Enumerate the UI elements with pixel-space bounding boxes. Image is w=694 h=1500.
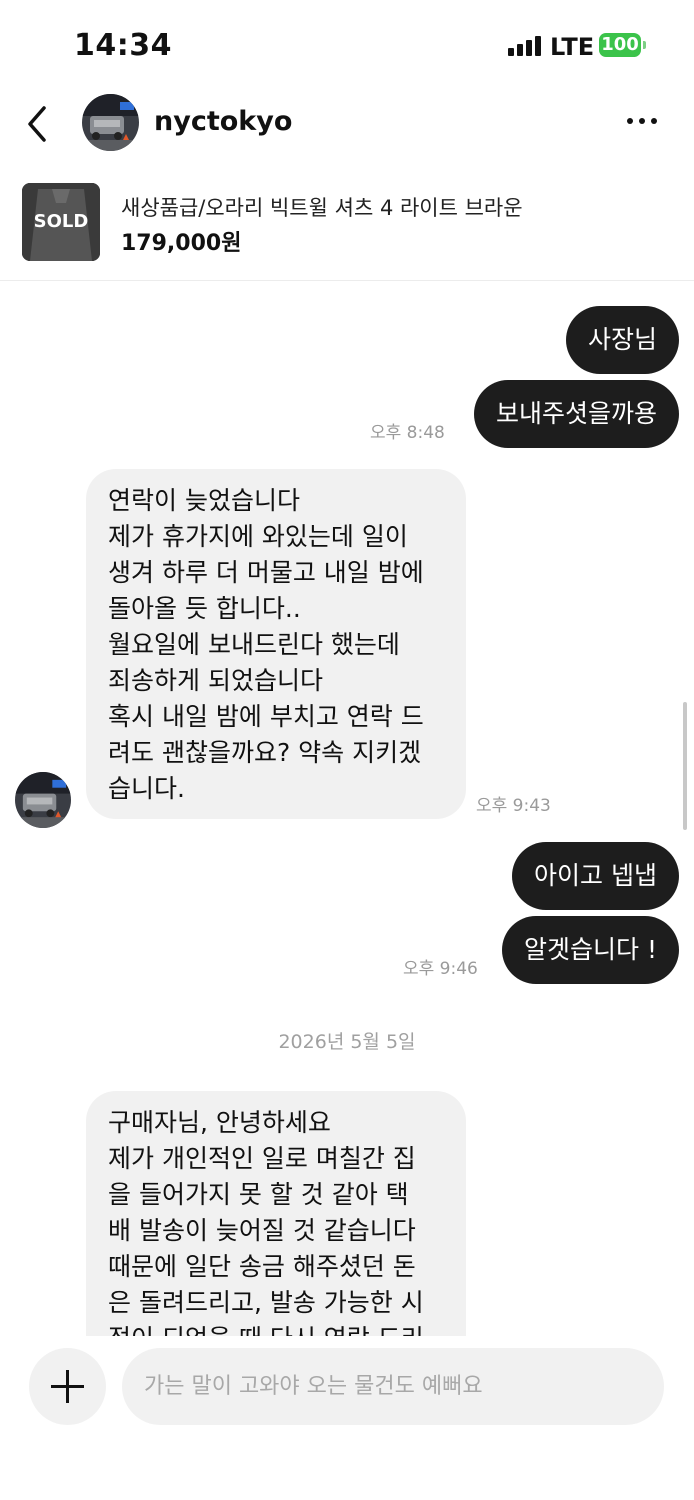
message-timestamp: 오후 8:48 bbox=[370, 423, 445, 443]
message-bubble-sent[interactable]: 보내주셧을까용 bbox=[473, 380, 679, 448]
seller-avatar-small[interactable] bbox=[15, 772, 71, 828]
scrollbar[interactable] bbox=[683, 702, 687, 830]
message-composer bbox=[0, 1336, 694, 1500]
battery-icon: 100 bbox=[599, 33, 641, 57]
network-label: LTE bbox=[550, 33, 595, 61]
status-bar: 14:34 LTE 100 bbox=[0, 0, 694, 90]
message-bubble-sent[interactable]: 아이고 넵냅 bbox=[512, 842, 679, 910]
battery-tip bbox=[643, 41, 646, 49]
plus-icon[interactable] bbox=[29, 1348, 106, 1425]
chat-header: nyctokyo bbox=[0, 92, 694, 156]
product-summary[interactable]: SOLD 새상품급/오라리 빅트윌 셔츠 4 라이트 브라운 179,000원 bbox=[0, 180, 694, 281]
message-bubble-sent[interactable]: 알겟습니다 ! bbox=[502, 916, 679, 984]
product-thumbnail[interactable]: SOLD bbox=[22, 183, 100, 261]
status-time: 14:34 bbox=[74, 28, 172, 63]
back-arrow-icon[interactable] bbox=[22, 104, 54, 144]
seller-avatar[interactable] bbox=[82, 94, 139, 151]
product-title: 새상품급/오라리 빅트윌 셔츠 4 라이트 브라운 bbox=[121, 196, 523, 220]
product-price: 179,000원 bbox=[121, 231, 242, 256]
sold-badge: SOLD bbox=[33, 211, 89, 232]
message-input[interactable] bbox=[122, 1348, 664, 1425]
message-bubble-received[interactable]: 연락이 늦었습니다 제가 휴가지에 와있는데 일이 생겨 하루 더 머물고 내일… bbox=[86, 469, 466, 819]
date-separator: 2026년 5월 5일 bbox=[278, 1031, 416, 1053]
message-timestamp: 오후 9:46 bbox=[403, 959, 478, 979]
message-timestamp: 오후 9:43 bbox=[476, 796, 551, 816]
chat-username[interactable]: nyctokyo bbox=[154, 106, 292, 137]
more-icon[interactable] bbox=[622, 106, 662, 136]
message-bubble-sent[interactable]: 사장님 bbox=[565, 306, 679, 374]
